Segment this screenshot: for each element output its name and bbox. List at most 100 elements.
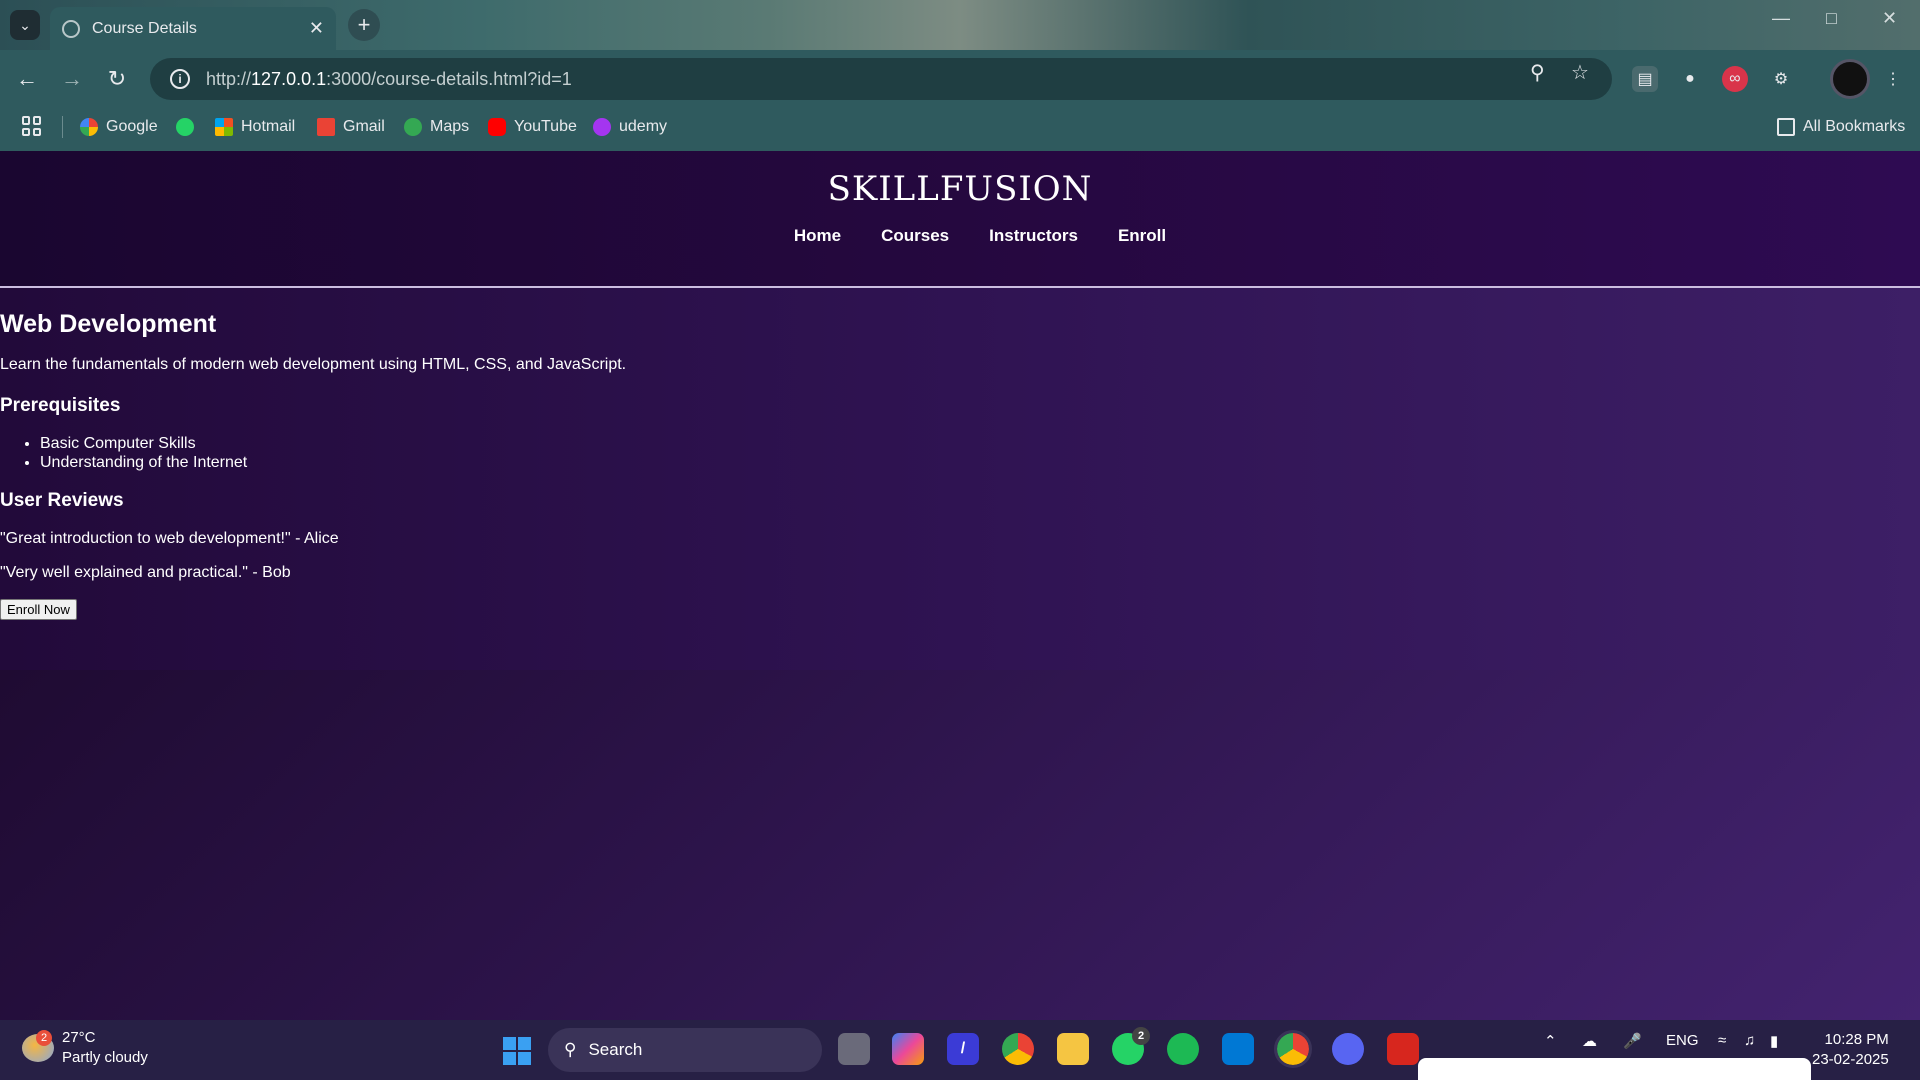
file-explorer-icon[interactable] — [1057, 1033, 1089, 1065]
url-rest: :3000/course-details.html?id=1 — [326, 68, 572, 89]
arrow-left-icon: ← — [16, 66, 38, 91]
arrow-right-icon: → — [61, 66, 83, 91]
volume-icon[interactable]: ♫ — [1744, 1032, 1755, 1049]
tray-overflow-icon[interactable]: ⌃ — [1544, 1032, 1557, 1050]
review-item: "Great introduction to web development!"… — [0, 530, 339, 547]
bookmark-label: Google — [106, 118, 158, 135]
bookmark-label: Gmail — [343, 118, 385, 135]
review-item: "Very well explained and practical." - B… — [0, 564, 291, 581]
nav-home[interactable]: Home — [794, 226, 841, 246]
extension-mouse-icon[interactable]: ● — [1677, 66, 1703, 92]
all-bookmarks-label: All Bookmarks — [1803, 118, 1906, 135]
acrobat-icon[interactable] — [1387, 1033, 1419, 1065]
language-indicator[interactable]: ENG — [1666, 1032, 1699, 1049]
bookmark-label: Hotmail — [241, 118, 296, 135]
whatsapp-taskbar-icon[interactable]: 2 — [1112, 1027, 1150, 1065]
windows-start-icon[interactable] — [503, 1037, 531, 1065]
bookmark-label: Maps — [430, 118, 470, 135]
udemy-icon — [593, 118, 611, 136]
chrome-icon[interactable] — [1002, 1033, 1034, 1065]
list-item: Basic Computer Skills — [40, 434, 247, 453]
tab-course-details[interactable]: Course Details ✕ — [50, 7, 336, 50]
prerequisites-heading: Prerequisites — [0, 395, 121, 416]
forward-button[interactable]: → — [57, 64, 87, 94]
bookmark-gmail[interactable]: Gmail — [317, 118, 385, 136]
minimize-icon[interactable]: — — [1772, 8, 1790, 29]
weather-widget[interactable]: 2 27°C Partly cloudy — [22, 1028, 148, 1068]
search-label: Search — [588, 1040, 643, 1059]
reload-icon: ↻ — [107, 66, 127, 91]
list-item: Understanding of the Internet — [40, 453, 247, 472]
discord-icon[interactable] — [1332, 1033, 1364, 1065]
maps-pin-icon — [404, 118, 422, 136]
vscode-icon[interactable] — [1222, 1033, 1254, 1065]
task-view-icon[interactable] — [838, 1033, 870, 1065]
microphone-icon[interactable]: 🎤 — [1623, 1032, 1642, 1050]
tab-search-menu-button[interactable]: ⌄ — [10, 10, 40, 40]
system-clock[interactable]: 10:28 PM 23-02-2025 — [1812, 1030, 1889, 1070]
gmail-icon — [317, 118, 335, 136]
all-bookmarks-button[interactable]: All Bookmarks — [1777, 118, 1905, 136]
reviews-heading: User Reviews — [0, 490, 124, 511]
search-icon: ⚲ — [564, 1040, 577, 1059]
profile-avatar[interactable] — [1830, 59, 1870, 99]
course-description: Learn the fundamentals of modern web dev… — [0, 356, 627, 373]
extension-folder-icon[interactable]: ▤ — [1632, 66, 1658, 92]
address-bar[interactable]: i http://127.0.0.1:3000/course-details.h… — [150, 58, 1612, 100]
globe-icon — [62, 19, 80, 38]
tab-title: Course Details — [92, 19, 197, 37]
google-icon — [80, 118, 98, 136]
new-tab-button[interactable]: + — [348, 9, 380, 41]
onedrive-icon[interactable]: ☁ — [1582, 1032, 1597, 1050]
nav-enroll[interactable]: Enroll — [1118, 226, 1166, 246]
zoom-icon[interactable]: ⚲ — [1530, 60, 1545, 85]
web-page: SKILLFUSION Home Courses Instructors Enr… — [0, 151, 1920, 1020]
taskbar-search[interactable]: ⚲ Search — [548, 1028, 822, 1072]
bookmark-hotmail[interactable]: Hotmail — [215, 118, 295, 136]
weather-desc: Partly cloudy — [62, 1049, 148, 1066]
apps-grid-icon[interactable] — [22, 116, 42, 136]
nav-instructors[interactable]: Instructors — [989, 226, 1078, 246]
browser-menu-icon[interactable]: ⋮ — [1880, 66, 1906, 92]
course-details: Web Development Learn the fundamentals o… — [0, 288, 1920, 670]
browser-tab-strip: ⌄ Course Details ✕ + — □ ✕ — [0, 0, 1920, 50]
editor-app-icon[interactable]: / — [947, 1033, 979, 1065]
site-logo[interactable]: SKILLFUSION — [0, 169, 1920, 209]
bookmark-label: YouTube — [514, 118, 577, 135]
chrome-profile-icon[interactable] — [1274, 1030, 1312, 1068]
battery-icon[interactable]: ▮ — [1770, 1032, 1778, 1050]
youtube-icon — [488, 118, 506, 136]
close-window-icon[interactable]: ✕ — [1882, 8, 1897, 29]
partly-cloudy-icon: 2 — [22, 1030, 54, 1062]
bookmark-udemy[interactable]: udemy — [593, 118, 667, 136]
site-header: SKILLFUSION Home Courses Instructors Enr… — [0, 151, 1920, 288]
copilot-icon[interactable] — [892, 1033, 924, 1065]
notification-preview — [1418, 1058, 1811, 1080]
bookmark-google[interactable]: Google — [80, 118, 158, 136]
clock-date: 23-02-2025 — [1812, 1051, 1889, 1068]
spotify-icon[interactable] — [1167, 1033, 1199, 1065]
chevron-down-icon: ⌄ — [19, 16, 31, 33]
whatsapp-icon — [176, 118, 194, 136]
bookmark-whatsapp[interactable] — [176, 118, 194, 136]
close-tab-icon[interactable]: ✕ — [309, 18, 324, 39]
extension-infinity-icon[interactable]: ∞ — [1722, 66, 1748, 92]
nav-courses[interactable]: Courses — [881, 226, 949, 246]
bookmark-youtube[interactable]: YouTube — [488, 118, 577, 136]
enroll-now-button[interactable]: Enroll Now — [0, 599, 77, 620]
extensions-puzzle-icon[interactable]: ⚙ — [1768, 66, 1794, 92]
maximize-icon[interactable]: □ — [1826, 8, 1837, 29]
site-info-icon[interactable]: i — [170, 69, 190, 89]
url-host: 127.0.0.1 — [251, 68, 327, 89]
weather-badge: 2 — [36, 1030, 52, 1046]
whatsapp-badge: 2 — [1132, 1027, 1150, 1045]
clock-time: 10:28 PM — [1824, 1031, 1889, 1048]
reload-button[interactable]: ↻ — [102, 64, 132, 94]
wifi-icon[interactable]: ≈ — [1718, 1032, 1726, 1049]
main-nav: Home Courses Instructors Enroll — [0, 226, 1920, 246]
weather-temp: 27°C — [62, 1029, 96, 1046]
back-button[interactable]: ← — [12, 64, 42, 94]
bookmark-star-icon[interactable]: ☆ — [1571, 60, 1589, 85]
folder-icon — [1777, 118, 1795, 136]
bookmark-maps[interactable]: Maps — [404, 118, 469, 136]
